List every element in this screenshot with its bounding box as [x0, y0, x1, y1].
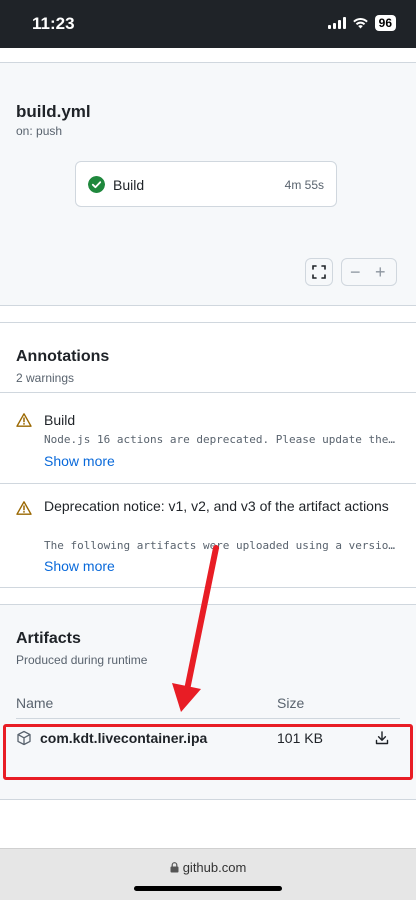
annotation-message: The following artifacts were uploaded us… [44, 539, 396, 552]
artifact-row[interactable]: com.kdt.livecontainer.ipa 101 KB [16, 718, 400, 755]
status-indicators: 96 [327, 15, 396, 31]
zoom-out-button[interactable]: − [350, 263, 361, 281]
zoom-in-button[interactable]: + [375, 263, 386, 281]
artifacts-title: Artifacts [16, 630, 81, 647]
annotation-message: Node.js 16 actions are deprecated. Pleas… [44, 433, 396, 446]
artifacts-section: Artifacts Produced during runtime Name S… [0, 604, 416, 800]
annotations-title: Annotations [16, 348, 110, 365]
show-more-link[interactable]: Show more [44, 558, 115, 574]
cellular-signal-icon [327, 17, 346, 29]
job-card-build[interactable]: Build 4m 55s [75, 161, 337, 207]
artifact-name[interactable]: com.kdt.livecontainer.ipa [40, 730, 207, 746]
job-name: Build [113, 177, 145, 193]
check-circle-icon [88, 176, 105, 193]
home-indicator [134, 886, 282, 891]
wifi-icon [352, 17, 368, 29]
annotation-title: Deprecation notice: v1, v2, and v3 of th… [44, 498, 389, 514]
status-time: 11:23 [32, 14, 75, 33]
status-bar: 11:23 96 [0, 0, 416, 48]
workflow-graph: build.yml on: push Build 4m 55s − + [0, 62, 416, 306]
annotations-section: Annotations 2 warnings Build Node.js 16 … [0, 322, 416, 588]
lock-icon [170, 862, 179, 873]
zoom-controls: − + [341, 258, 397, 286]
url-display[interactable]: github.com [0, 860, 416, 875]
warning-icon [16, 501, 32, 515]
divider [0, 392, 416, 393]
workflow-file-name: build.yml [16, 102, 91, 121]
divider [0, 483, 416, 484]
annotation-title: Build [44, 412, 76, 428]
artifact-size: 101 KB [277, 730, 323, 746]
annotations-count: 2 warnings [16, 371, 75, 385]
artifacts-subtitle: Produced during runtime [16, 653, 148, 667]
battery-level: 96 [374, 15, 396, 31]
browser-address-bar[interactable]: github.com [0, 848, 416, 900]
show-more-link[interactable]: Show more [44, 453, 115, 469]
fit-view-button[interactable] [305, 258, 333, 286]
package-icon [17, 730, 31, 746]
column-header-name: Name [16, 695, 54, 711]
warning-icon [16, 413, 32, 427]
url-text: github.com [182, 860, 247, 875]
download-icon[interactable] [374, 730, 390, 746]
job-duration: 4m 55s [284, 178, 324, 192]
workflow-trigger: on: push [16, 124, 63, 138]
fullscreen-icon [312, 265, 326, 279]
column-header-size: Size [277, 695, 305, 711]
